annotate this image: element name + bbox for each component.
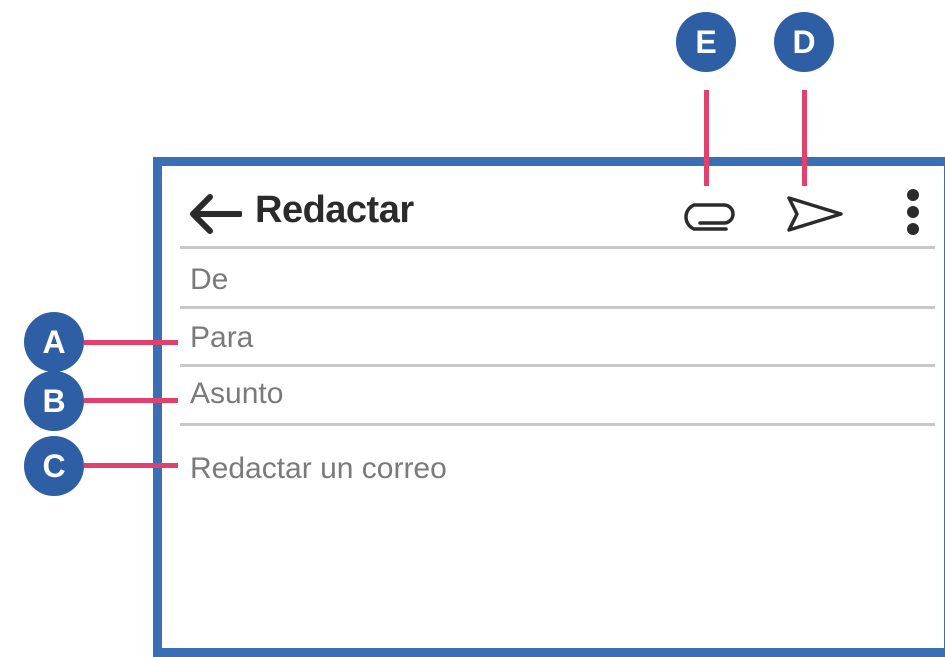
from-field[interactable]: De bbox=[190, 262, 228, 298]
to-field[interactable]: Para bbox=[190, 320, 253, 356]
callout-badge-c: C bbox=[24, 436, 84, 496]
callout-leader-b bbox=[84, 398, 178, 403]
divider bbox=[180, 364, 935, 367]
divider bbox=[180, 246, 935, 249]
page-title: Redactar bbox=[255, 189, 414, 231]
callout-badge-a: A bbox=[24, 312, 84, 372]
more-vert-icon[interactable] bbox=[902, 186, 924, 238]
body-field[interactable]: Redactar un correo bbox=[190, 451, 447, 487]
callout-leader-c bbox=[84, 463, 178, 468]
callout-leader-d bbox=[802, 90, 807, 186]
callout-badge-b: B bbox=[24, 371, 84, 431]
callout-leader-a bbox=[84, 340, 178, 345]
callout-badge-d: D bbox=[774, 12, 834, 72]
callout-badge-e: E bbox=[676, 12, 736, 72]
back-arrow-icon[interactable] bbox=[186, 192, 243, 236]
paperclip-icon[interactable] bbox=[680, 196, 740, 232]
subject-field[interactable]: Asunto bbox=[190, 376, 283, 412]
divider bbox=[180, 306, 935, 309]
send-icon[interactable] bbox=[783, 193, 847, 235]
callout-leader-e bbox=[704, 90, 709, 186]
divider bbox=[180, 423, 935, 426]
